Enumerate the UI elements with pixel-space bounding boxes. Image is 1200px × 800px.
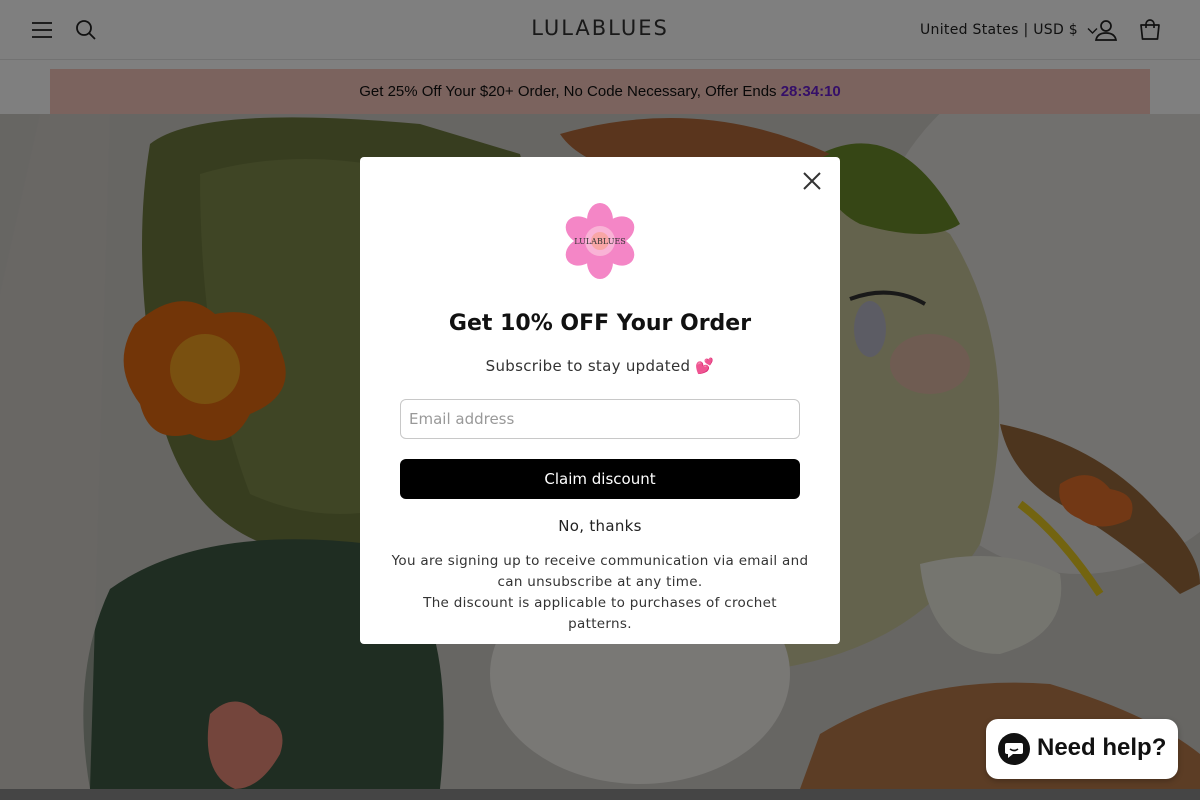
disclaimer-line-1: You are signing up to receive communicat… bbox=[391, 553, 809, 590]
brand-flower-logo: LULABLUES bbox=[565, 203, 635, 279]
help-chat-label: Need help? bbox=[1037, 734, 1167, 761]
popup-subtitle: Subscribe to stay updated 💕 bbox=[485, 357, 715, 375]
chat-bubble-icon bbox=[998, 733, 1030, 765]
logo-text: LULABLUES bbox=[574, 237, 626, 246]
no-thanks-link[interactable]: No, thanks bbox=[550, 515, 650, 537]
close-icon[interactable] bbox=[800, 169, 824, 193]
popup-title: Get 10% OFF Your Order bbox=[448, 311, 752, 336]
email-input[interactable] bbox=[400, 399, 800, 439]
discount-popup: LULABLUES Get 10% OFF Your Order Subscri… bbox=[360, 157, 840, 644]
claim-discount-button[interactable]: Claim discount bbox=[400, 459, 800, 499]
help-chat-button[interactable]: Need help? bbox=[986, 719, 1178, 779]
disclaimer-text: You are signing up to receive communicat… bbox=[390, 551, 810, 635]
disclaimer-line-2: The discount is applicable to purchases … bbox=[423, 595, 777, 632]
